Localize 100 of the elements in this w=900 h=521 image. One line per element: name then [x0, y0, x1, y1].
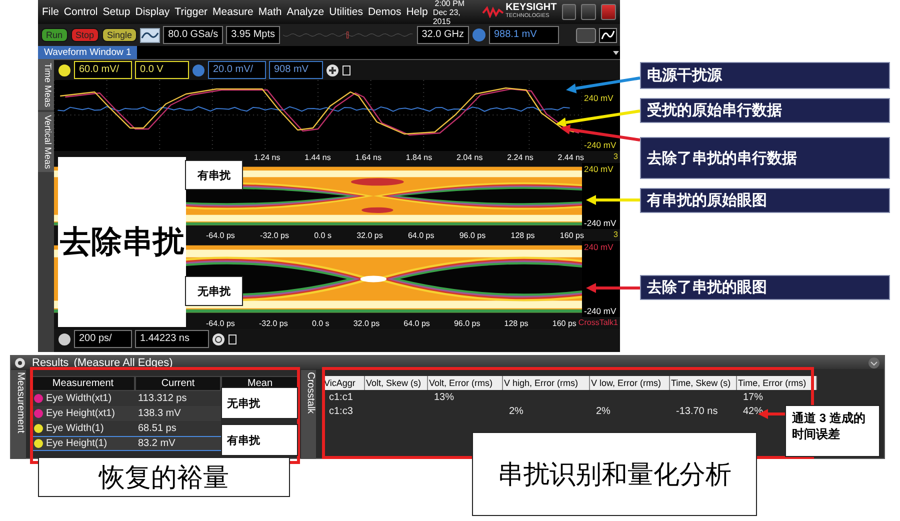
table-cell: 113.312 ps — [135, 391, 221, 406]
table-cell: 83.2 mV — [135, 436, 221, 451]
trigger-level-readout: 988.1 mV — [489, 26, 559, 44]
tick-label: 32.0 ps — [353, 318, 380, 328]
table-cell-text: 2% — [509, 405, 524, 419]
timebase-position-field[interactable]: 1.44223 ns — [135, 330, 209, 348]
marker-icon[interactable] — [228, 332, 238, 346]
window-tab[interactable]: Waveform Window 1 — [38, 46, 138, 59]
tick-label: 2.04 ns — [456, 152, 483, 162]
timebase-scale-field[interactable]: 200 ps/ — [74, 330, 132, 348]
trigger-icon[interactable] — [472, 28, 486, 42]
column-header: Time, Error (rms) — [737, 376, 817, 390]
menu-item[interactable]: Analyze — [286, 6, 324, 18]
annotation-label: 有串扰 — [221, 424, 298, 456]
column-header: Volt, Skew (s) — [365, 376, 428, 390]
minimize-button[interactable] — [562, 4, 576, 20]
marker-icon[interactable] — [342, 64, 352, 76]
column-header: VicAggr — [323, 376, 365, 390]
side-tab[interactable]: Vertical Meas — [38, 112, 54, 172]
table-cell-text: Eye Width(1) — [46, 422, 104, 436]
channel-offset-field[interactable]: 908 mV — [269, 61, 323, 79]
panel-title: Results — [32, 356, 69, 368]
annotation-label: 有串扰 — [185, 160, 243, 190]
channel-icon[interactable] — [58, 64, 71, 76]
settings-icon[interactable] — [13, 356, 27, 368]
tick-label: 1.64 ns — [355, 152, 382, 162]
measurement-dot-icon — [34, 409, 43, 418]
column-header: Volt, Error (rms) — [428, 376, 503, 390]
timebase-icon[interactable] — [58, 332, 71, 346]
clock-date: Dec 23, 2015 — [432, 8, 462, 26]
menu-item[interactable]: Trigger — [174, 6, 208, 18]
tick-label: 96.0 ps — [454, 318, 480, 328]
add-icon[interactable] — [326, 64, 339, 76]
side-tab[interactable]: Time Meas — [38, 60, 54, 110]
menu-item[interactable]: Utilities — [329, 6, 363, 18]
menu-item[interactable]: Measure — [212, 6, 254, 18]
tick-label: 0.0 s — [312, 318, 330, 328]
table-row[interactable]: Eye Height(xt1) — [31, 406, 135, 421]
table-cell-text: 2% — [596, 405, 610, 419]
measurement-dot-icon — [34, 424, 43, 433]
acquisition-button[interactable]: Run — [41, 28, 68, 42]
column-header: Measurement — [31, 376, 135, 391]
menu-item[interactable]: Demos — [368, 6, 402, 18]
callout-label: 有串扰的原始眼图 — [640, 188, 890, 213]
menu-item[interactable]: File — [42, 6, 59, 18]
table-row[interactable]: Eye Width(1) — [31, 421, 135, 436]
channel-scale-field[interactable]: 20.0 mV/ — [208, 61, 266, 79]
table-row[interactable]: Eye Height(1) — [31, 436, 135, 451]
measurement-dot-icon — [34, 439, 43, 448]
tick-label: -32.0 ps — [260, 230, 289, 240]
waveform-icon[interactable] — [599, 28, 617, 42]
tick-label: 64.0 ps — [404, 318, 430, 328]
tick-label: 1.84 ns — [406, 152, 432, 162]
tick-label: 2.24 ns — [507, 152, 534, 162]
measurement-dot-icon — [34, 394, 43, 403]
column-header: Time, Skew (s) — [670, 376, 737, 390]
table-cell: 138.3 mV — [135, 406, 221, 421]
menu-item[interactable]: Help — [406, 6, 428, 18]
axis-label: -240 mV — [584, 218, 618, 228]
clock-time: 2:00 PM — [434, 0, 465, 8]
table-cell-text: Eye Width(xt1) — [46, 392, 112, 406]
menu-item[interactable]: Control — [64, 6, 98, 18]
callout-label: 去除了串扰的眼图 — [640, 275, 890, 300]
table-cell-text: Eye Height(1) — [46, 437, 108, 451]
table-cell-text: 42% — [743, 405, 764, 419]
tick-label: 160 ps — [552, 318, 576, 328]
menu-item[interactable]: Setup — [102, 6, 130, 18]
tick-label: 1.44 ns — [304, 152, 331, 162]
maximize-button[interactable] — [581, 4, 596, 20]
side-tab[interactable]: Crosstalk — [301, 370, 316, 459]
table-cell-text: c1:c3 — [329, 405, 353, 419]
tick-label: -64.0 ps — [206, 318, 235, 328]
side-tab[interactable]: Measurement — [11, 370, 26, 459]
annotation-label: 恢复的裕量 — [38, 457, 290, 497]
tick-label: 64.0 ps — [408, 230, 434, 240]
autoscale-icon[interactable] — [140, 28, 160, 42]
menu-item[interactable]: Display — [135, 6, 170, 18]
column-header: V low, Error (rms) — [590, 376, 670, 390]
toolbar-icon[interactable] — [576, 28, 596, 42]
channel-offset-field[interactable]: 0.0 V — [135, 61, 189, 79]
collapse-icon[interactable] — [868, 356, 880, 368]
axis-label: -240 mV — [584, 140, 618, 150]
table-cell-text: 17% — [743, 391, 764, 405]
tick-label: 128 ps — [504, 318, 528, 328]
tick-label: 96.0 ps — [459, 230, 486, 240]
axis-label: 240 mV — [584, 93, 614, 103]
acquisition-button[interactable]: Single — [102, 28, 138, 42]
menu-item[interactable]: Math — [258, 6, 282, 18]
table-cell-text: -13.70 ns — [676, 405, 718, 419]
panel-subtitle: (Measure All Edges) — [74, 356, 173, 368]
annotation-label: 串扰识别和量化分析 — [472, 432, 757, 516]
channel-scale-field[interactable]: 60.0 mV/ — [74, 61, 132, 79]
axis-label: 240 mV — [584, 164, 614, 174]
annotation-label: 无串扰 — [185, 276, 243, 306]
tick-label: 128 ps — [510, 230, 535, 240]
table-row[interactable]: Eye Width(xt1) — [31, 391, 135, 406]
tick-label: 2.44 ns — [558, 152, 584, 162]
annotation-label: 去除串扰 — [58, 157, 186, 327]
zoom-icon[interactable] — [212, 332, 225, 346]
tick-label: 32.0 ps — [356, 230, 383, 240]
